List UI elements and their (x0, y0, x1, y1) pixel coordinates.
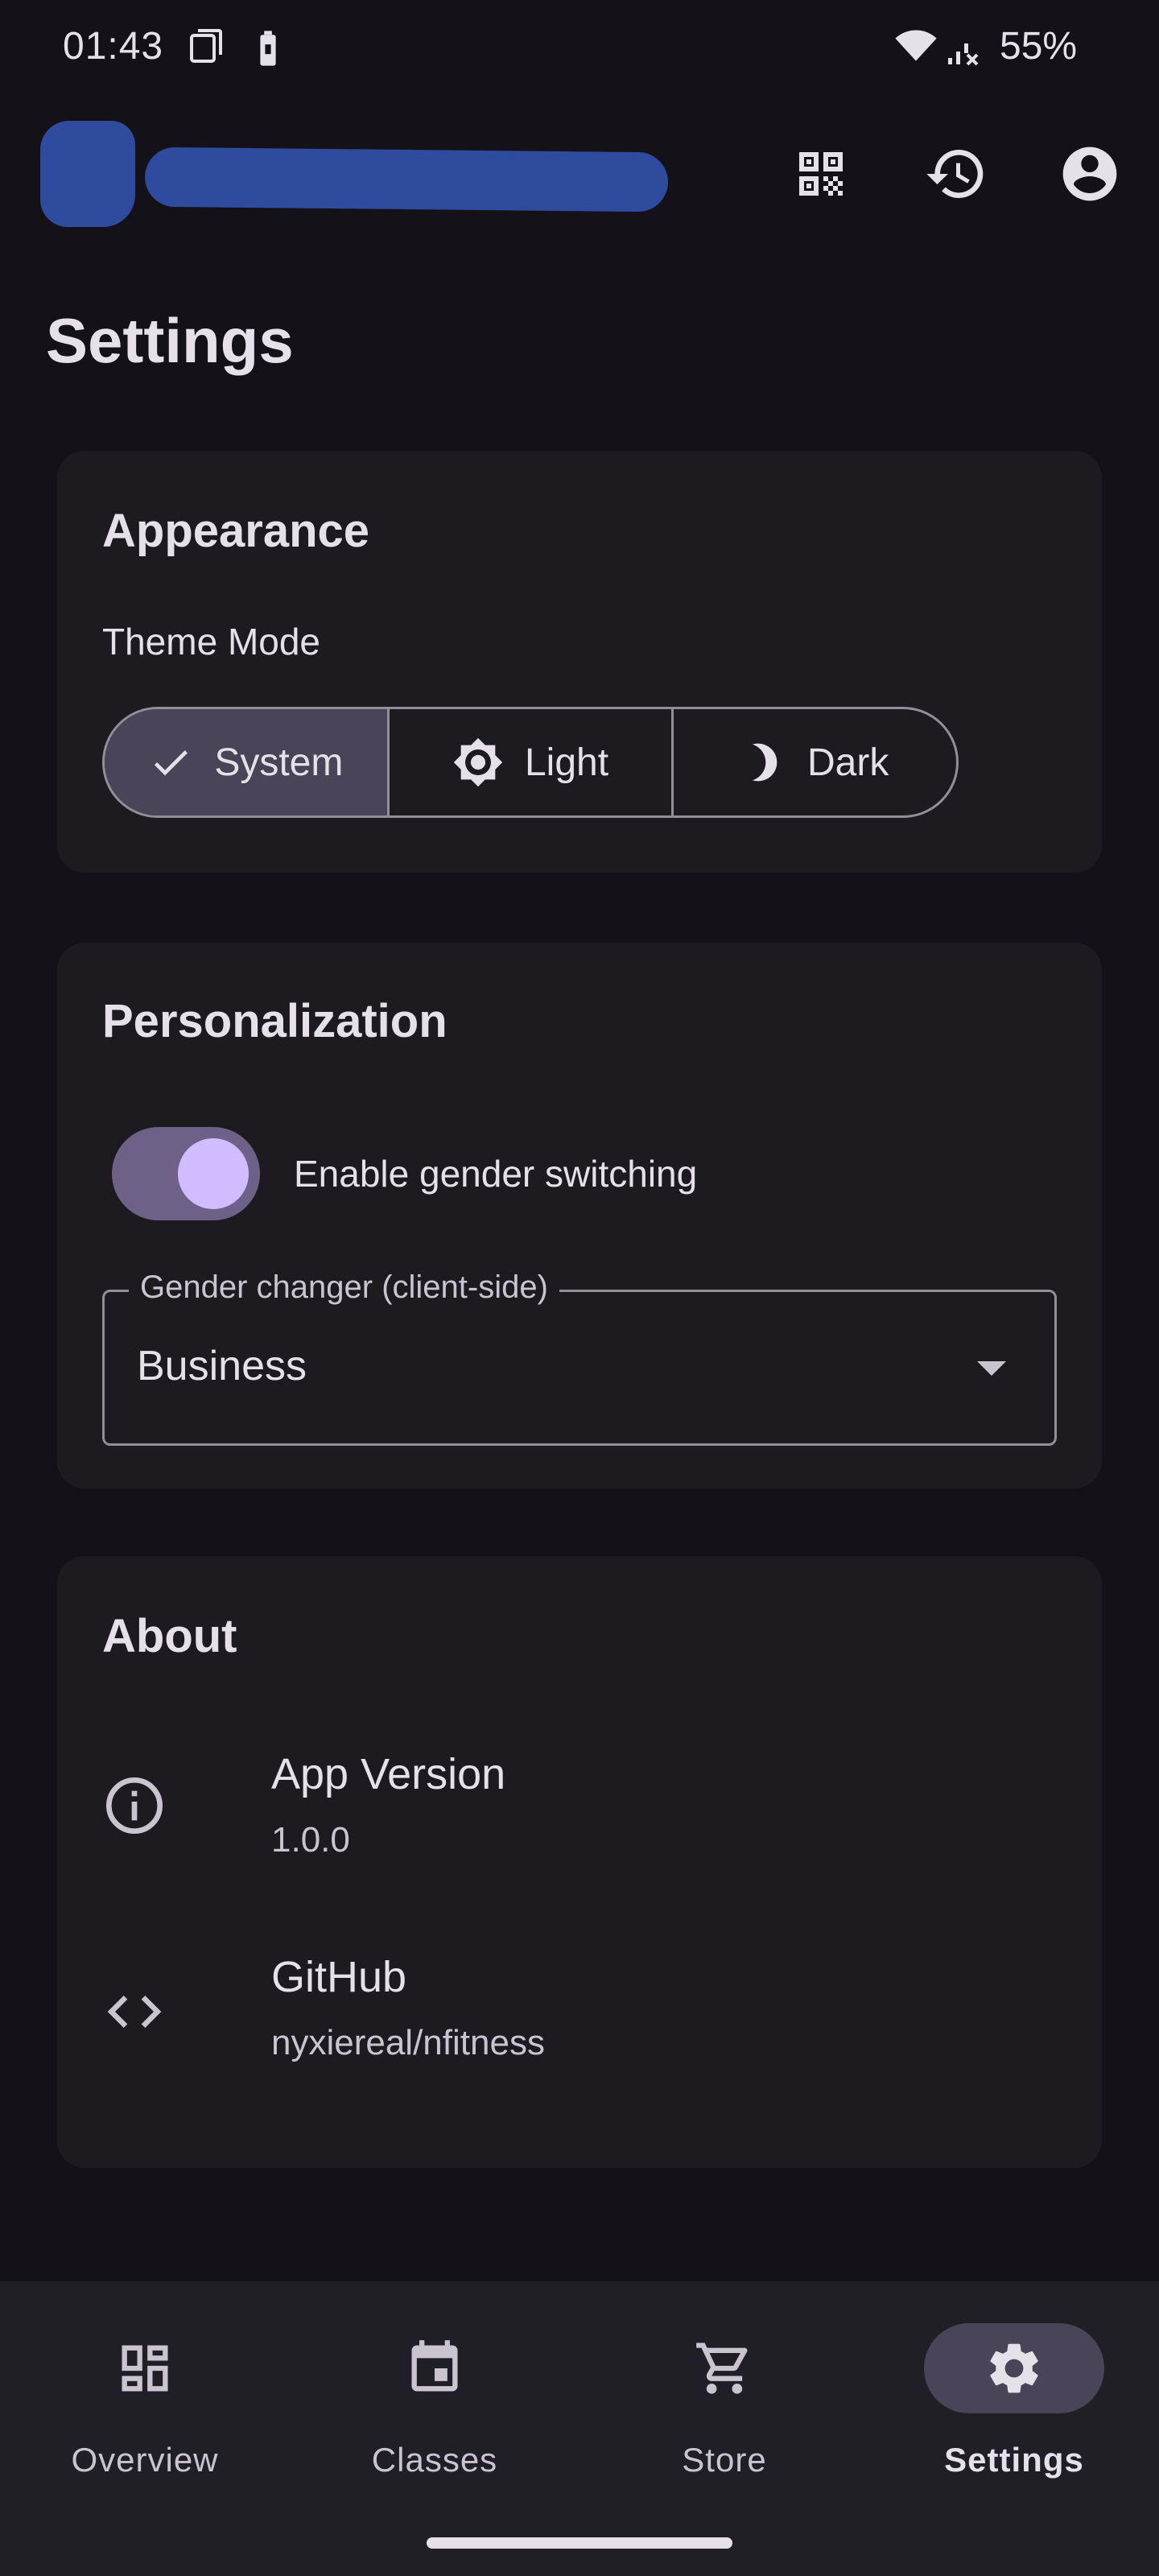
check-icon (155, 750, 188, 776)
switch-thumb (178, 1138, 249, 1209)
personalization-title: Personalization (102, 995, 448, 1047)
theme-option-dark[interactable]: Dark (671, 709, 956, 815)
nav-item-store[interactable]: Store (580, 2281, 869, 2523)
nav-indicator (55, 2323, 235, 2413)
qr-code-button[interactable] (782, 135, 860, 213)
history-button[interactable] (918, 135, 995, 213)
nav-label: Settings (944, 2441, 1084, 2479)
about-title: About (102, 1610, 237, 1662)
battery-percent: 55% (1000, 25, 1078, 68)
nav-label: Classes (371, 2441, 498, 2479)
info-icon (106, 1777, 163, 1834)
theme-option-label: Light (524, 741, 609, 784)
appearance-title: Appearance (102, 505, 370, 557)
bottom-navigation-bar: Overview Classes Store Settings (0, 2281, 1159, 2576)
home-indicator[interactable] (427, 2537, 732, 2549)
cell-signal-icon (948, 43, 979, 66)
nav-item-overview[interactable]: Overview (0, 2281, 290, 2523)
app-version-item: App Version 1.0.0 (102, 1749, 1052, 1910)
screenshot-icon (190, 29, 222, 63)
wifi-icon (895, 30, 937, 61)
about-item-title: App Version (271, 1750, 506, 1798)
cart-icon (696, 2343, 748, 2394)
moon-icon (753, 743, 777, 782)
gender-changer-dropdown[interactable]: Gender changer (client-side) Business (102, 1269, 1057, 1446)
page-title: Settings (46, 305, 294, 376)
about-item-subtitle: 1.0.0 (271, 1820, 350, 1860)
battery-saver-icon (260, 31, 276, 66)
sun-icon (453, 737, 503, 787)
theme-option-label: System (214, 741, 344, 784)
theme-mode-label: Theme Mode (102, 621, 321, 663)
dashboard-icon (122, 2345, 168, 2392)
nav-indicator (924, 2323, 1104, 2413)
theme-option-system[interactable]: System (105, 709, 387, 815)
about-item-subtitle: nyxiereal/nfitness (271, 2023, 545, 2062)
nav-label: Store (682, 2441, 767, 2479)
personalization-card: Personalization Enable gender switching … (57, 943, 1102, 1488)
qr-code-icon (799, 152, 843, 196)
theme-mode-segmented-button: System Light Dark (102, 707, 959, 818)
code-icon (107, 1996, 162, 2028)
nav-item-classes[interactable]: Classes (290, 2281, 580, 2523)
dropdown-arrow-icon (977, 1361, 1006, 1376)
gender-switch[interactable] (112, 1127, 260, 1220)
dropdown-label: Gender changer (client-side) (129, 1269, 559, 1306)
theme-option-label: Dark (807, 741, 889, 784)
dropdown-value: Business (137, 1343, 307, 1389)
about-item-title: GitHub (271, 1953, 407, 2001)
account-circle-icon (1062, 147, 1117, 201)
calendar-icon (411, 2340, 458, 2392)
history-icon (926, 150, 984, 198)
status-time: 01:43 (63, 25, 164, 68)
nav-indicator (634, 2323, 815, 2413)
gear-icon (990, 2343, 1038, 2393)
about-card: About App Version 1.0.0 GitHub nyxiereal… (57, 1556, 1102, 2168)
account-button[interactable] (1051, 135, 1128, 213)
github-item[interactable]: GitHub nyxiereal/nfitness (102, 1952, 1052, 2113)
app-logo (40, 121, 135, 227)
theme-option-light[interactable]: Light (386, 709, 672, 815)
nav-indicator (344, 2323, 525, 2413)
nav-label: Overview (71, 2441, 219, 2479)
app-name-redacted (144, 147, 669, 213)
gender-switch-label: Enable gender switching (294, 1153, 698, 1195)
nav-item-settings[interactable]: Settings (869, 2281, 1159, 2523)
appearance-card: Appearance Theme Mode System Light Dark (57, 451, 1102, 873)
